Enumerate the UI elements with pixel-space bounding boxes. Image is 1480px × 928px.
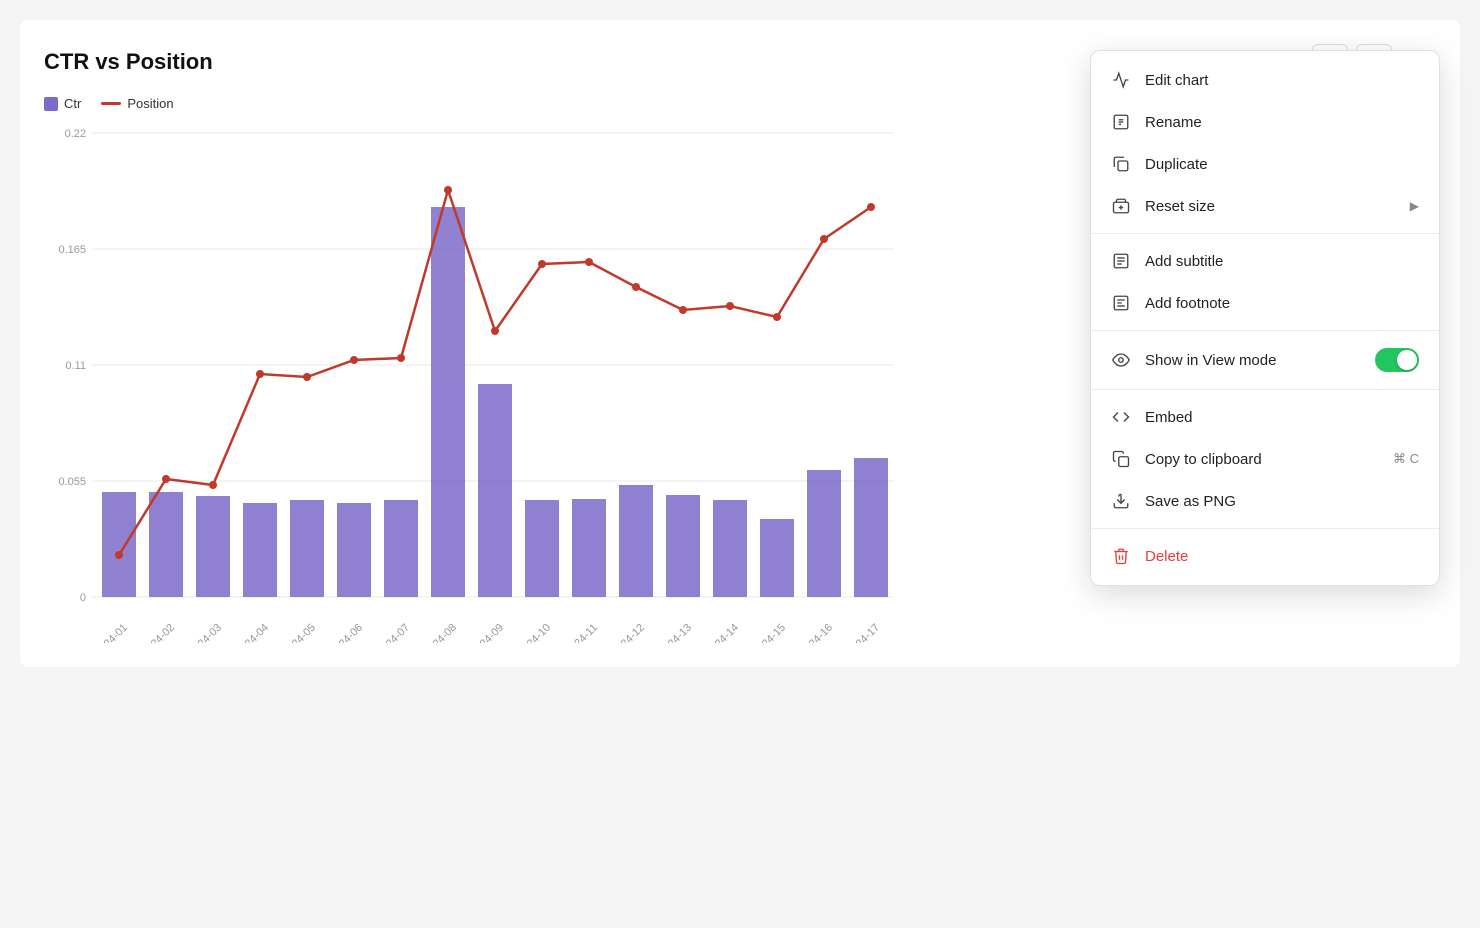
menu-label-copy-clipboard: Copy to clipboard bbox=[1145, 451, 1379, 468]
copy-icon bbox=[1111, 449, 1131, 469]
svg-text:0.22: 0.22 bbox=[65, 128, 86, 140]
menu-label-edit-chart: Edit chart bbox=[1145, 72, 1419, 89]
svg-text:2024-08: 2024-08 bbox=[422, 622, 459, 643]
menu-item-add-subtitle[interactable]: Add subtitle bbox=[1091, 240, 1439, 282]
legend-color-ctr bbox=[44, 97, 58, 111]
menu-item-edit-chart[interactable]: Edit chart bbox=[1091, 59, 1439, 101]
menu-item-rename[interactable]: Rename bbox=[1091, 101, 1439, 143]
menu-divider-2 bbox=[1091, 330, 1439, 331]
menu-item-add-footnote[interactable]: Add footnote bbox=[1091, 282, 1439, 324]
legend-color-position bbox=[101, 102, 121, 105]
menu-divider-3 bbox=[1091, 389, 1439, 390]
show-view-mode-toggle[interactable] bbox=[1375, 348, 1419, 372]
menu-item-copy-clipboard[interactable]: Copy to clipboard ⌘ C bbox=[1091, 438, 1439, 480]
footnote-icon bbox=[1111, 293, 1131, 313]
chart-icon bbox=[1111, 70, 1131, 90]
svg-text:2024-16: 2024-16 bbox=[798, 622, 835, 643]
svg-text:2024-03: 2024-03 bbox=[187, 622, 224, 643]
reset-size-chevron: ▶ bbox=[1410, 199, 1419, 213]
svg-text:0: 0 bbox=[80, 592, 86, 604]
menu-label-save-png: Save as PNG bbox=[1145, 493, 1419, 510]
svg-text:2024-07: 2024-07 bbox=[375, 622, 412, 643]
svg-text:2024-01: 2024-01 bbox=[93, 622, 130, 643]
embed-icon bbox=[1111, 407, 1131, 427]
menu-label-reset-size: Reset size bbox=[1145, 198, 1396, 215]
svg-text:2024-13: 2024-13 bbox=[657, 622, 694, 643]
svg-text:0.055: 0.055 bbox=[58, 476, 86, 488]
legend-label-position: Position bbox=[127, 96, 173, 111]
menu-label-add-subtitle: Add subtitle bbox=[1145, 253, 1419, 270]
svg-text:0.11: 0.11 bbox=[65, 360, 86, 372]
menu-item-reset-size[interactable]: Reset size ▶ bbox=[1091, 185, 1439, 227]
trash-icon bbox=[1111, 546, 1131, 566]
legend-position: Position bbox=[101, 96, 173, 111]
menu-item-delete[interactable]: Delete bbox=[1091, 535, 1439, 577]
resize-icon bbox=[1111, 196, 1131, 216]
menu-item-show-view-mode[interactable]: Show in View mode bbox=[1091, 337, 1439, 383]
menu-label-delete: Delete bbox=[1145, 548, 1419, 565]
svg-text:2024-02: 2024-02 bbox=[140, 622, 177, 643]
svg-text:2024-04: 2024-04 bbox=[234, 622, 271, 643]
chart-area: 0.22 0.165 0.11 0.055 0 bbox=[44, 123, 904, 643]
svg-text:2024-09: 2024-09 bbox=[469, 622, 506, 643]
legend-label-ctr: Ctr bbox=[64, 96, 81, 111]
menu-item-duplicate[interactable]: Duplicate bbox=[1091, 143, 1439, 185]
copy-shortcut: ⌘ C bbox=[1393, 451, 1419, 467]
menu-label-show-view-mode: Show in View mode bbox=[1145, 352, 1361, 369]
menu-label-embed: Embed bbox=[1145, 409, 1419, 426]
chart-svg: 0.22 0.165 0.11 0.055 0 bbox=[44, 123, 904, 643]
svg-text:2024-17: 2024-17 bbox=[845, 622, 882, 643]
menu-divider-4 bbox=[1091, 528, 1439, 529]
svg-text:2024-11: 2024-11 bbox=[564, 622, 600, 643]
duplicate-icon bbox=[1111, 154, 1131, 174]
svg-text:0.165: 0.165 bbox=[58, 244, 86, 256]
chart-title: CTR vs Position bbox=[44, 49, 213, 75]
svg-text:2024-05: 2024-05 bbox=[281, 622, 318, 643]
rename-icon bbox=[1111, 112, 1131, 132]
context-menu: Edit chart Rename Duplicate bbox=[1090, 50, 1440, 586]
menu-divider-1 bbox=[1091, 233, 1439, 234]
download-icon bbox=[1111, 491, 1131, 511]
subtitle-icon bbox=[1111, 251, 1131, 271]
svg-text:2024-12: 2024-12 bbox=[610, 622, 647, 643]
svg-text:2024-15: 2024-15 bbox=[751, 622, 788, 643]
menu-label-duplicate: Duplicate bbox=[1145, 156, 1419, 173]
eye-icon bbox=[1111, 350, 1131, 370]
svg-text:2024-06: 2024-06 bbox=[328, 622, 365, 643]
svg-text:2024-10: 2024-10 bbox=[516, 622, 553, 643]
menu-item-save-png[interactable]: Save as PNG bbox=[1091, 480, 1439, 522]
menu-label-add-footnote: Add footnote bbox=[1145, 295, 1419, 312]
menu-item-embed[interactable]: Embed bbox=[1091, 396, 1439, 438]
svg-text:2024-14: 2024-14 bbox=[704, 622, 741, 643]
menu-label-rename: Rename bbox=[1145, 114, 1419, 131]
legend-ctr: Ctr bbox=[44, 96, 81, 111]
